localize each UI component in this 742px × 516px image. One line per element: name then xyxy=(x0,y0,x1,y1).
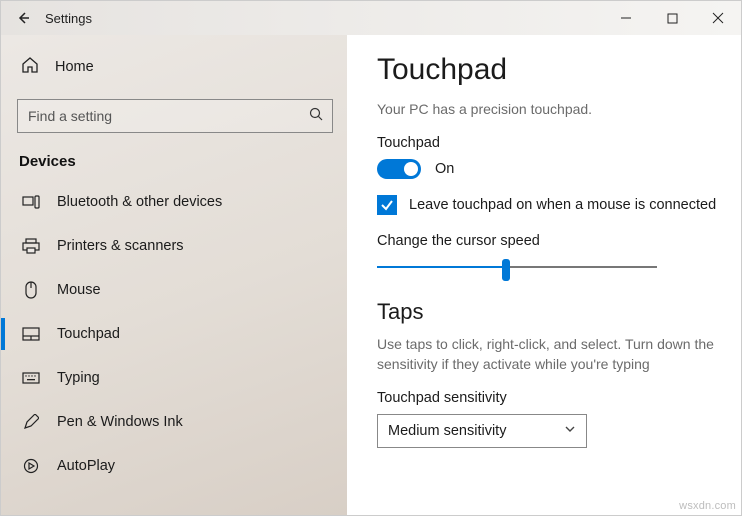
chevron-down-icon xyxy=(564,423,576,439)
minimize-button[interactable] xyxy=(603,1,649,35)
slider-thumb[interactable] xyxy=(502,259,510,281)
taps-description: Use taps to click, right-click, and sele… xyxy=(377,335,717,374)
cursor-speed-label: Change the cursor speed xyxy=(377,233,721,249)
sidebar: Home Devices Bluetooth & other devices P… xyxy=(1,35,347,515)
sidebar-item-label: Touchpad xyxy=(57,326,120,342)
autoplay-icon xyxy=(21,458,41,474)
leave-touchpad-label: Leave touchpad on when a mouse is connec… xyxy=(409,197,716,213)
leave-touchpad-checkbox[interactable] xyxy=(377,195,397,215)
close-icon xyxy=(712,12,724,24)
home-icon xyxy=(21,56,39,78)
search-box[interactable] xyxy=(17,99,333,133)
maximize-button[interactable] xyxy=(649,1,695,35)
sidebar-item-label: Mouse xyxy=(57,282,101,298)
touchpad-toggle-label: Touchpad xyxy=(377,135,721,151)
sidebar-item-autoplay[interactable]: AutoPlay xyxy=(1,444,347,488)
arrow-left-icon xyxy=(15,10,31,26)
sidebar-item-pen[interactable]: Pen & Windows Ink xyxy=(1,400,347,444)
sidebar-item-mouse[interactable]: Mouse xyxy=(1,268,347,312)
home-label: Home xyxy=(55,59,94,75)
sidebar-item-printers[interactable]: Printers & scanners xyxy=(1,224,347,268)
minimize-icon xyxy=(620,12,632,24)
search-input[interactable] xyxy=(28,108,308,124)
search-icon xyxy=(308,106,324,127)
sidebar-section-header: Devices xyxy=(1,145,347,180)
maximize-icon xyxy=(667,13,678,24)
page-title: Touchpad xyxy=(377,53,721,87)
taps-heading: Taps xyxy=(377,299,721,325)
watermark: wsxdn.com xyxy=(679,500,736,512)
toggle-state-text: On xyxy=(435,161,454,177)
sidebar-item-label: Bluetooth & other devices xyxy=(57,194,222,210)
check-icon xyxy=(380,198,394,212)
precision-text: Your PC has a precision touchpad. xyxy=(377,101,721,117)
back-button[interactable] xyxy=(1,10,45,26)
sidebar-item-bluetooth[interactable]: Bluetooth & other devices xyxy=(1,180,347,224)
pen-icon xyxy=(21,414,41,430)
cursor-speed-slider[interactable] xyxy=(377,257,657,277)
sensitivity-value: Medium sensitivity xyxy=(388,423,506,439)
devices-icon xyxy=(21,195,41,209)
sensitivity-dropdown[interactable]: Medium sensitivity xyxy=(377,414,587,448)
keyboard-icon xyxy=(21,372,41,384)
sidebar-item-label: Typing xyxy=(57,370,100,386)
content-pane: Touchpad Your PC has a precision touchpa… xyxy=(347,35,741,515)
touchpad-toggle[interactable] xyxy=(377,159,421,179)
sidebar-item-label: AutoPlay xyxy=(57,458,115,474)
sensitivity-label: Touchpad sensitivity xyxy=(377,390,721,406)
sidebar-item-typing[interactable]: Typing xyxy=(1,356,347,400)
close-button[interactable] xyxy=(695,1,741,35)
mouse-icon xyxy=(21,281,41,299)
printer-icon xyxy=(21,238,41,254)
titlebar: Settings xyxy=(1,1,741,35)
sidebar-item-label: Pen & Windows Ink xyxy=(57,414,183,430)
touchpad-icon xyxy=(21,327,41,341)
home-nav[interactable]: Home xyxy=(1,45,347,89)
sidebar-item-label: Printers & scanners xyxy=(57,238,184,254)
sidebar-item-touchpad[interactable]: Touchpad xyxy=(1,312,347,356)
window-title: Settings xyxy=(45,11,92,26)
